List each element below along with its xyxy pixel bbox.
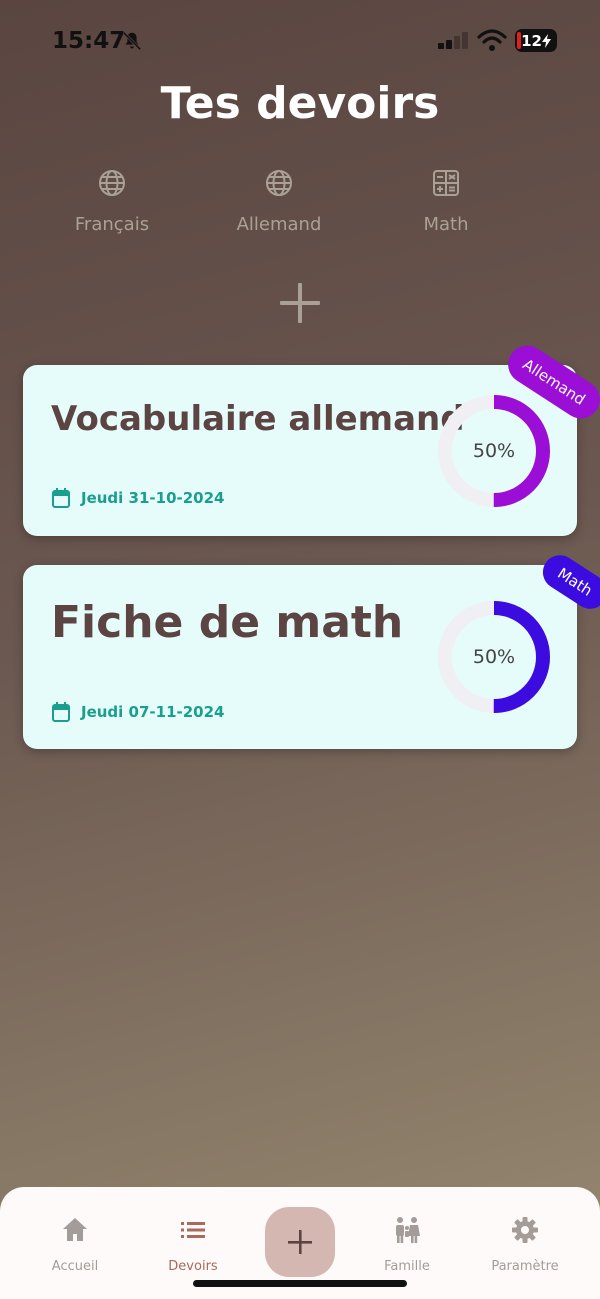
homework-due-date: Jeudi 31-10-2024 <box>51 487 224 509</box>
calendar-icon <box>52 702 70 722</box>
nav-parametre[interactable]: Paramètre <box>470 1215 580 1274</box>
family-icon <box>396 1217 420 1243</box>
globe-icon <box>99 170 125 196</box>
status-bar: 15:47 12 <box>0 0 600 80</box>
progress-percent: 50% <box>472 646 516 668</box>
battery-level: 12 <box>521 31 542 50</box>
homework-date-text: Jeudi 07-11-2024 <box>81 703 225 721</box>
nav-label: Famille <box>384 1259 430 1274</box>
subject-francais[interactable]: Français <box>32 168 192 235</box>
battery-low-fill <box>517 32 521 49</box>
add-homework-button[interactable] <box>265 1207 335 1277</box>
home-icon <box>63 1218 87 1241</box>
subject-math[interactable]: Math <box>366 168 526 235</box>
subject-allemand[interactable]: Allemand <box>199 168 359 235</box>
subject-label: Allemand <box>236 214 322 235</box>
nav-accueil[interactable]: Accueil <box>20 1215 130 1274</box>
homework-title: Fiche de math <box>51 597 404 648</box>
subject-label: Math <box>423 214 469 235</box>
plus-icon <box>288 1230 312 1254</box>
battery-indicator: 12 <box>515 29 557 52</box>
nav-label: Accueil <box>51 1259 99 1274</box>
page-title: Tes devoirs <box>160 78 440 129</box>
bell-muted-icon <box>122 31 142 51</box>
add-subject-button[interactable] <box>278 281 322 325</box>
homework-title: Vocabulaire allemand <box>51 399 465 439</box>
nav-label: Devoirs <box>168 1259 218 1274</box>
homework-date-text: Jeudi 31-10-2024 <box>81 489 225 507</box>
charging-bolt-icon <box>541 33 551 48</box>
homework-due-date: Jeudi 07-11-2024 <box>51 701 224 723</box>
nav-label: Paramètre <box>491 1259 559 1274</box>
homework-card[interactable]: Vocabulaire allemand Jeudi 31-10-2024 50… <box>23 338 600 536</box>
list-icon <box>181 1222 205 1238</box>
subject-list: Français Allemand Math <box>0 168 600 248</box>
progress-percent: 50% <box>472 440 516 462</box>
cellular-signal-icon <box>438 32 468 49</box>
bottom-nav: Accueil Devoirs Famille Paramètre <box>0 1187 600 1299</box>
nav-famille[interactable]: Famille <box>352 1215 462 1274</box>
calculator-icon <box>433 170 459 196</box>
status-time: 15:47 <box>52 28 126 54</box>
plus-icon <box>280 283 320 323</box>
home-indicator <box>193 1280 407 1287</box>
globe-icon <box>266 170 292 196</box>
calendar-icon <box>52 488 70 508</box>
wifi-icon <box>477 29 507 51</box>
subject-label: Français <box>74 214 150 235</box>
homework-card[interactable]: Fiche de math Jeudi 07-11-2024 50% Math <box>23 548 600 749</box>
nav-devoirs[interactable]: Devoirs <box>138 1215 248 1274</box>
gear-icon <box>512 1217 538 1243</box>
